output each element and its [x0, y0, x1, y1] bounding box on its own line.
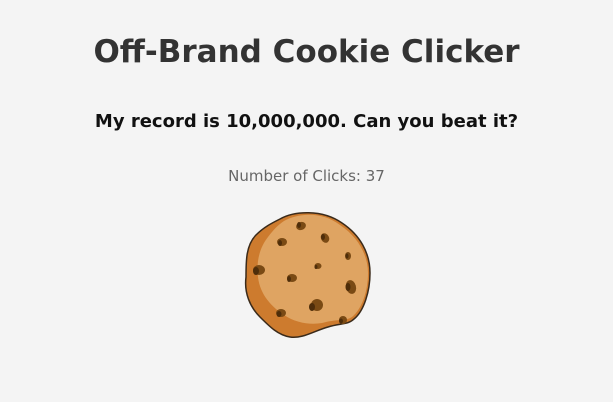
chip — [297, 222, 301, 228]
chip — [287, 276, 291, 282]
chip — [345, 253, 349, 259]
chip — [321, 234, 325, 240]
chip — [253, 267, 259, 275]
record-text: My record is 10,000,000. Can you beat it… — [94, 111, 519, 132]
page-title: Off-Brand Cookie Clicker — [93, 34, 520, 70]
chip — [314, 265, 318, 269]
cookie-button[interactable] — [244, 211, 372, 341]
chip — [345, 283, 351, 291]
chip — [278, 240, 282, 246]
chip — [339, 318, 343, 324]
cookie-icon — [244, 212, 371, 339]
click-count-value: 37 — [365, 167, 385, 185]
chip — [276, 311, 282, 317]
click-counter-label: Number of Clicks: — [228, 167, 366, 185]
click-counter: Number of Clicks: 37 — [0, 166, 613, 186]
chip — [309, 303, 315, 311]
